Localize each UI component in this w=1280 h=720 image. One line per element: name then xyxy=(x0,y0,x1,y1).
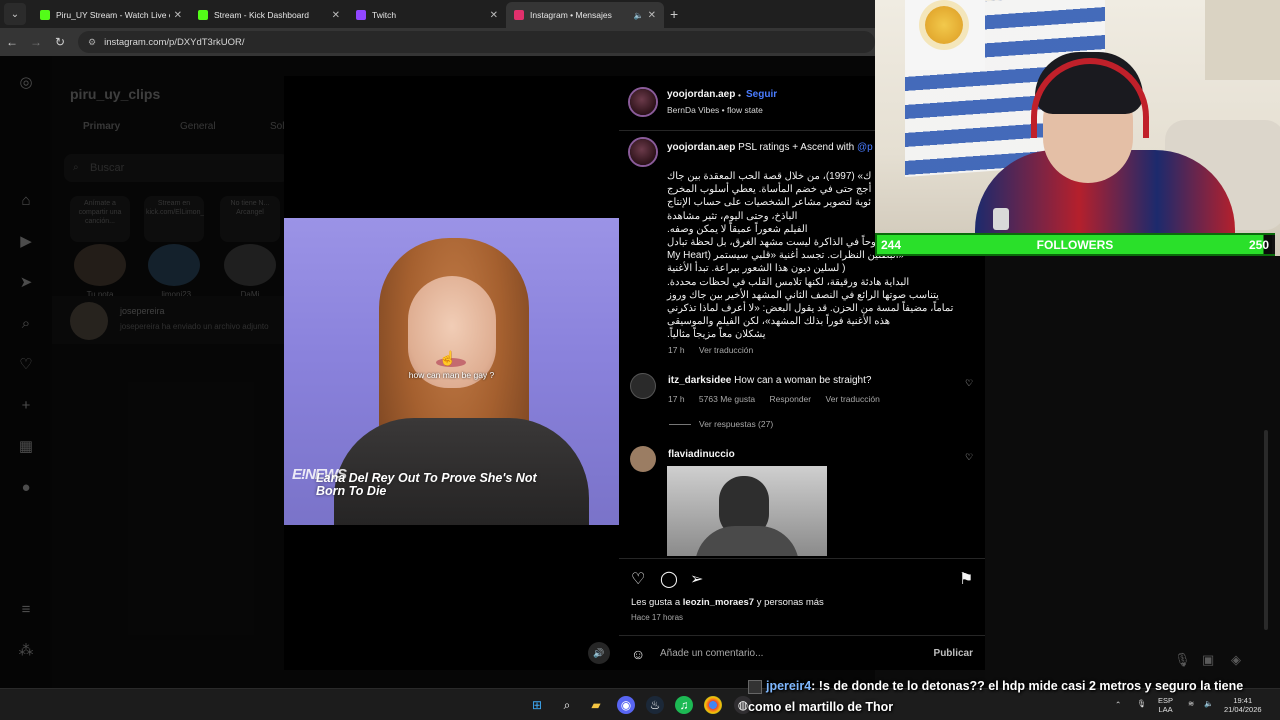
comment-icon[interactable]: ◯ xyxy=(660,569,678,589)
spotify-icon[interactable]: ♫ xyxy=(675,696,693,714)
close-tab-icon[interactable]: ✕ xyxy=(332,10,340,21)
steam-icon[interactable]: ♨ xyxy=(646,696,664,714)
followers-goal: 250 xyxy=(1248,238,1269,252)
tab-search-button[interactable]: ⌄ xyxy=(4,3,26,25)
view-replies-link[interactable]: Ver respuestas (27) xyxy=(669,419,773,429)
url-field[interactable]: ⚙ instagram.com/p/DXYdT3rkUOR/ xyxy=(78,31,875,53)
comment-item: itz_darksidee How can a woman be straigh… xyxy=(668,375,872,386)
followers-label: FOLLOWERS xyxy=(1036,237,1114,252)
caption-meta: 17 h Ver traducción xyxy=(668,345,754,355)
caption-header: yoojordan.aep PSL ratings + Ascend with … xyxy=(667,142,873,153)
emoji-icon[interactable]: ☺ xyxy=(631,646,645,662)
tab-piru-stream[interactable]: Piru_UY Stream - Watch Live on ✕ xyxy=(32,2,190,28)
tab-instagram[interactable]: Instagram • Mensajes 🔈 ✕ xyxy=(506,2,664,28)
music-info[interactable]: BernDa Vibes • flow state xyxy=(667,105,763,115)
site-info-icon[interactable]: ⚙ xyxy=(88,37,96,48)
author-avatar[interactable] xyxy=(628,137,658,167)
like-comment-heart-icon[interactable]: ♡ xyxy=(965,378,973,389)
sticker-icon[interactable]: ◈ xyxy=(1231,652,1241,668)
chat-username: jpereir4 xyxy=(766,679,812,693)
new-tab-button[interactable]: + xyxy=(670,6,678,22)
mouse-cursor-icon: ☝ xyxy=(439,350,457,366)
volume-icon[interactable]: 🔊 xyxy=(588,642,610,664)
browser-tab-bar: ⌄ Piru_UY Stream - Watch Live on ✕ Strea… xyxy=(0,0,875,28)
address-bar: ← → ↻ ⚙ instagram.com/p/DXYdT3rkUOR/ xyxy=(0,28,875,56)
video-subtitle: how can man be gay ? xyxy=(408,370,495,380)
url-text: instagram.com/p/DXYdT3rkUOR/ xyxy=(104,36,245,48)
kick-favicon-icon xyxy=(40,10,50,20)
share-icon[interactable]: ➢ xyxy=(690,569,703,589)
video-player[interactable]: how can man be gay ? ☝ E!NEWS Lana Del R… xyxy=(284,218,619,525)
start-icon[interactable]: ⊞ xyxy=(528,696,546,714)
back-icon[interactable]: ← xyxy=(0,35,24,49)
like-heart-icon[interactable]: ♡ xyxy=(631,569,645,589)
close-tab-icon[interactable]: ✕ xyxy=(490,10,498,21)
followers-goal-remaining xyxy=(1272,235,1275,254)
speaker-icon[interactable]: 🔈 xyxy=(634,11,644,20)
twitch-favicon-icon xyxy=(356,10,366,20)
user-badge-icon xyxy=(748,679,762,694)
post-timestamp: Hace 17 horas xyxy=(631,613,684,622)
commenter-avatar[interactable] xyxy=(630,373,656,399)
author-username[interactable]: yoojordan.aep xyxy=(667,89,735,100)
bookmark-icon[interactable]: ⚑ xyxy=(959,569,973,589)
comment-meta: 17 h 5763 Me gusta Responder Ver traducc… xyxy=(668,394,880,404)
follow-button[interactable]: Seguir xyxy=(746,89,777,100)
close-tab-icon[interactable]: ✕ xyxy=(174,10,182,21)
author-avatar[interactable] xyxy=(628,87,658,117)
followers-goal-bar: 244 FOLLOWERS 250 xyxy=(875,233,1275,256)
discord-icon[interactable]: ◉ xyxy=(617,696,635,714)
reply-link[interactable]: Responder xyxy=(770,394,812,404)
instagram-favicon-icon xyxy=(514,10,524,20)
commenter-avatar[interactable] xyxy=(630,446,656,472)
video-headline: Lana Del Rey Out To Prove She's Not Born… xyxy=(316,471,537,498)
followers-current: 244 xyxy=(881,238,902,252)
photo-person-body xyxy=(695,526,799,556)
image-icon[interactable]: ▣ xyxy=(1202,652,1214,668)
cup xyxy=(993,208,1009,230)
reload-icon[interactable]: ↻ xyxy=(48,35,72,49)
chrome-icon[interactable] xyxy=(704,696,722,714)
comment-image[interactable] xyxy=(667,466,827,556)
translate-link[interactable]: Ver traducción xyxy=(826,394,880,404)
comment-input[interactable]: Añade un comentario... xyxy=(660,648,763,659)
comment-item: flaviadinuccio xyxy=(668,449,735,460)
search-icon[interactable]: ⌕ xyxy=(558,696,576,714)
tab-twitch[interactable]: Twitch ✕ xyxy=(348,2,506,28)
likes-summary: Les gusta a leozin_moraes7 y personas má… xyxy=(631,597,824,608)
post-media[interactable]: how can man be gay ? ☝ E!NEWS Lana Del R… xyxy=(284,76,619,670)
stream-chat-message: jpereir4: !s de donde te lo detonas?? el… xyxy=(748,676,1280,718)
tab-kick-dashboard[interactable]: Stream - Kick Dashboard ✕ xyxy=(190,2,348,28)
divider xyxy=(669,424,691,426)
file-explorer-icon[interactable]: ▰ xyxy=(587,696,605,714)
microphone-icon[interactable]: 🎙 xyxy=(1174,652,1191,668)
webcam-overlay xyxy=(875,0,1280,256)
comment-composer: ☺ Añade un comentario... Publicar xyxy=(619,635,985,670)
kick-favicon-icon xyxy=(198,10,208,20)
dot-separator: • xyxy=(738,90,741,100)
translate-link[interactable]: Ver traducción xyxy=(699,345,753,355)
forward-icon[interactable]: → xyxy=(24,35,48,49)
scrollbar[interactable] xyxy=(1264,430,1268,630)
like-comment-heart-icon[interactable]: ♡ xyxy=(965,452,973,463)
page-background-right xyxy=(985,256,1280,688)
publish-button[interactable]: Publicar xyxy=(934,648,973,659)
close-tab-icon[interactable]: ✕ xyxy=(648,10,656,21)
wall-panel xyxy=(1205,0,1280,80)
chat-text: : !s de donde te lo detonas?? el hdp mid… xyxy=(748,679,1244,714)
sun-of-may-icon xyxy=(925,6,963,44)
post-actions: ♡ ◯ ➢ ⚑ Les gusta a leozin_moraes7 y per… xyxy=(619,558,985,670)
